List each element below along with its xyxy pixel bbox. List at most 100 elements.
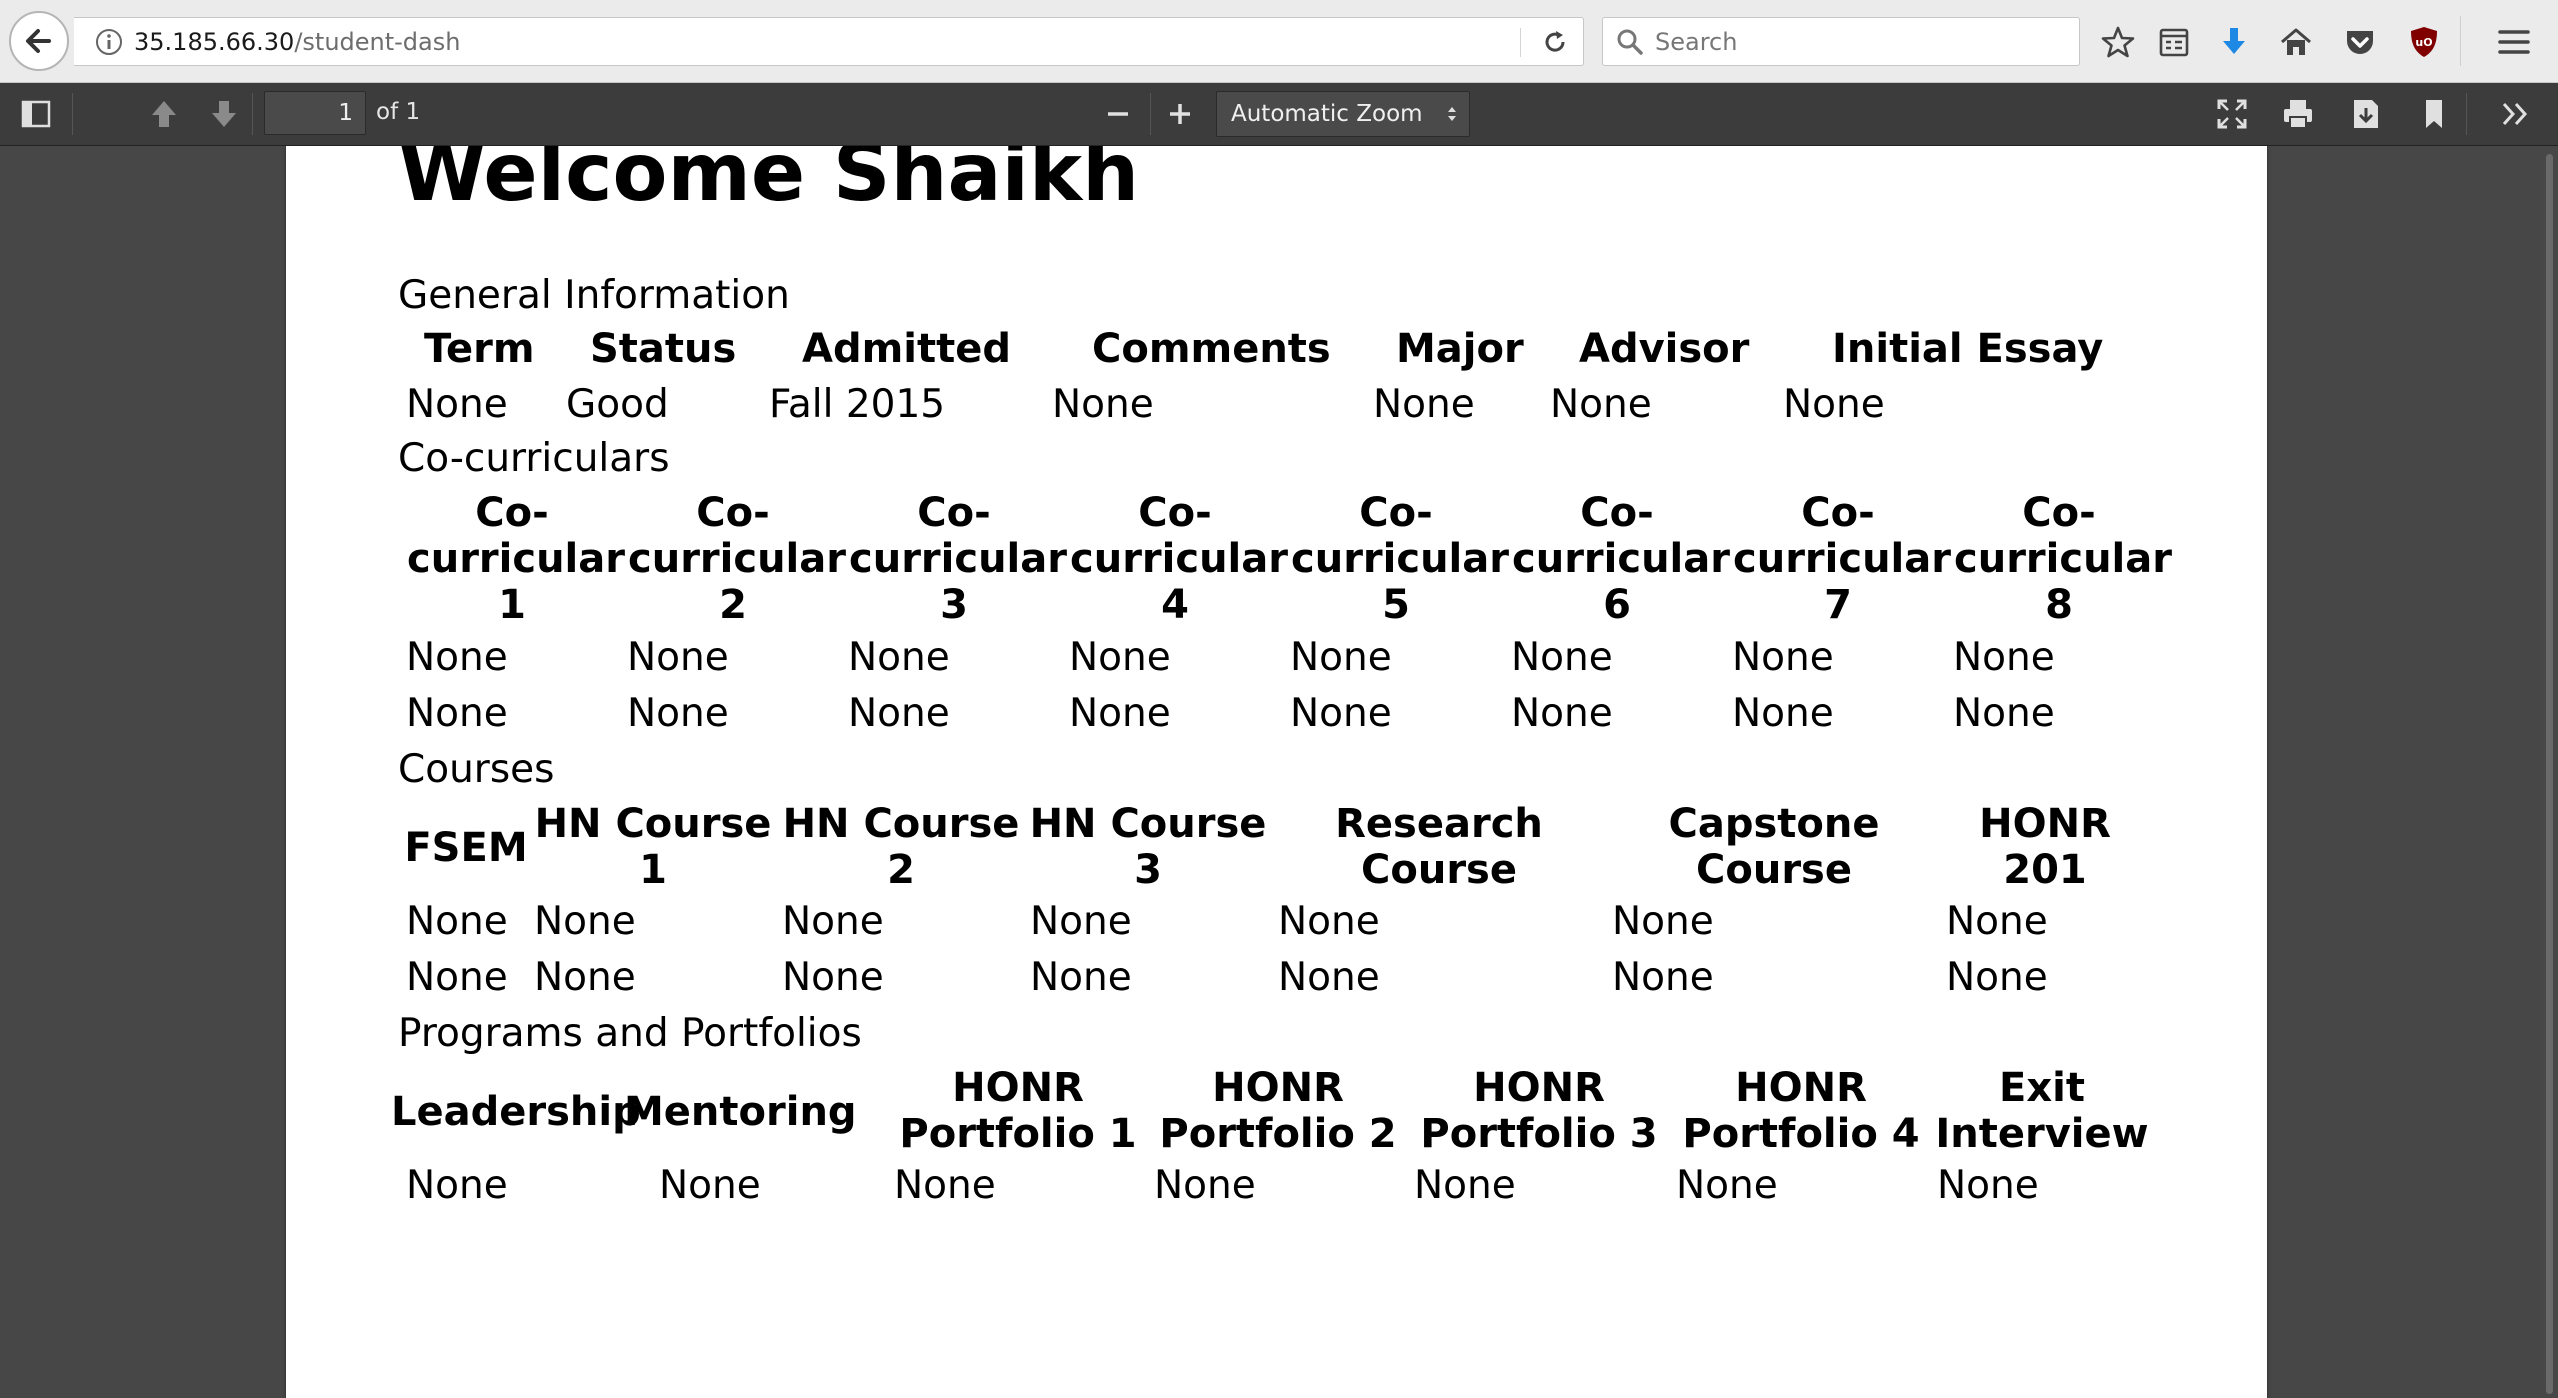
program-header-3-line: HONR bbox=[952, 1065, 1084, 1111]
course-header-2-line: HN Course bbox=[534, 801, 772, 847]
print-icon[interactable] bbox=[2280, 96, 2316, 132]
course-header-7: HONR 201 bbox=[1965, 801, 2125, 893]
previous-page-icon[interactable] bbox=[146, 96, 182, 132]
back-button[interactable] bbox=[9, 11, 69, 71]
cocurricular-cell: None bbox=[1290, 635, 1392, 680]
course-cell: None bbox=[1612, 955, 1714, 1000]
url-path: /student-dash bbox=[294, 28, 461, 56]
bookmark-star-icon[interactable] bbox=[2100, 24, 2136, 60]
program-cell: None bbox=[1154, 1163, 1256, 1208]
cocurricular-cell: None bbox=[1732, 691, 1834, 736]
cocurricular-cell: None bbox=[1732, 635, 1834, 680]
cocurricular-header-2-line: curricular bbox=[628, 536, 846, 582]
course-header-5-line: Research bbox=[1335, 801, 1543, 847]
course-header-3-line: 2 bbox=[887, 847, 915, 893]
course-header-6-line: Course bbox=[1696, 847, 1852, 893]
general-cell-admitted: Fall 2015 bbox=[769, 382, 946, 427]
course-cell: None bbox=[1946, 955, 2048, 1000]
cocurricular-header-4-line: Co- bbox=[1138, 490, 1212, 536]
program-cell: None bbox=[659, 1163, 761, 1208]
cocurricular-header-6-line: 6 bbox=[1603, 582, 1631, 628]
general-cell-initial-essay: None bbox=[1783, 382, 1885, 427]
cocurricular-cell: None bbox=[1069, 691, 1171, 736]
cocurricular-header-6-line: Co- bbox=[1580, 490, 1654, 536]
cocurricular-cell: None bbox=[406, 691, 508, 736]
course-cell: None bbox=[534, 955, 636, 1000]
general-header-major: Major bbox=[1396, 326, 1524, 372]
program-header-4-line: HONR bbox=[1212, 1065, 1344, 1111]
program-header-4-line: Portfolio 2 bbox=[1159, 1111, 1397, 1157]
course-cell: None bbox=[782, 899, 884, 944]
scrollbar[interactable] bbox=[2546, 154, 2553, 1394]
program-header-5-line: HONR bbox=[1473, 1065, 1605, 1111]
program-header-7-line: Exit bbox=[1999, 1065, 2085, 1111]
cocurricular-cell: None bbox=[627, 691, 729, 736]
tools-chevron-icon[interactable] bbox=[2498, 96, 2534, 132]
reload-icon[interactable] bbox=[1540, 27, 1570, 57]
course-header-5: Research Course bbox=[1329, 801, 1549, 893]
url-separator bbox=[1520, 28, 1521, 57]
cocurricular-header-1-line: Co- bbox=[475, 490, 549, 536]
reading-list-icon[interactable] bbox=[2156, 24, 2192, 60]
zoom-out-icon[interactable] bbox=[1100, 96, 1136, 132]
search-bar[interactable]: Search bbox=[1602, 17, 2080, 66]
cocurricular-header-4: Co-curricular 4 bbox=[1070, 490, 1288, 628]
course-cell: None bbox=[406, 899, 508, 944]
general-header-comments: Comments bbox=[1092, 326, 1331, 372]
pocket-icon[interactable] bbox=[2342, 24, 2378, 60]
download-icon[interactable] bbox=[2216, 24, 2252, 60]
cocurricular-cell: None bbox=[1290, 691, 1392, 736]
general-cell-advisor: None bbox=[1550, 382, 1652, 427]
home-icon[interactable] bbox=[2278, 24, 2314, 60]
courses-heading: Courses bbox=[398, 747, 555, 792]
page-number-input[interactable]: 1 bbox=[264, 91, 366, 135]
general-header-term: Term bbox=[424, 326, 535, 372]
download-pdf-icon[interactable] bbox=[2348, 96, 2384, 132]
general-cell-comments: None bbox=[1052, 382, 1154, 427]
cocurricular-header-6-line: curricular bbox=[1512, 536, 1730, 582]
url-text[interactable]: 35.185.66.30/student-dash bbox=[134, 28, 460, 56]
program-cell: None bbox=[1937, 1163, 2039, 1208]
next-page-icon[interactable] bbox=[206, 96, 242, 132]
course-cell: None bbox=[1030, 955, 1132, 1000]
course-header-7-line: HONR bbox=[1979, 801, 2111, 847]
page-title: Welcome Shaikh bbox=[398, 146, 1140, 219]
bookmark-icon[interactable] bbox=[2416, 96, 2452, 132]
general-cell-status: Good bbox=[566, 382, 669, 427]
general-cell-term: None bbox=[406, 382, 508, 427]
cocurricular-header-7-line: curricular bbox=[1733, 536, 1951, 582]
program-header-7-line: Interview bbox=[1935, 1111, 2149, 1157]
cocurricular-header-7-line: Co- bbox=[1801, 490, 1875, 536]
cocurricular-cell: None bbox=[1069, 635, 1171, 680]
program-header-6-line: HONR bbox=[1735, 1065, 1867, 1111]
cocurricular-header-3-line: Co- bbox=[917, 490, 991, 536]
program-header-3-line: Portfolio 1 bbox=[899, 1111, 1137, 1157]
program-header-2-line: Mentoring bbox=[624, 1089, 857, 1135]
cocurricular-header-5-line: curricular bbox=[1291, 536, 1509, 582]
url-bar[interactable]: 35.185.66.30/student-dash bbox=[74, 17, 1584, 66]
general-header-status: Status bbox=[590, 326, 737, 372]
course-header-4-line: HN Course bbox=[1029, 801, 1267, 847]
pdf-viewer[interactable]: Welcome Shaikh General Information Term … bbox=[0, 146, 2558, 1398]
zoom-in-icon[interactable] bbox=[1162, 96, 1198, 132]
cocurricular-cell: None bbox=[848, 691, 950, 736]
course-cell: None bbox=[406, 955, 508, 1000]
site-info-icon[interactable] bbox=[94, 27, 124, 57]
url-host: 35.185.66.30 bbox=[134, 28, 295, 56]
presentation-mode-icon[interactable] bbox=[2214, 96, 2250, 132]
zoom-select[interactable]: Automatic Zoom bbox=[1216, 91, 1470, 137]
cocurricular-header-5: Co-curricular 5 bbox=[1291, 490, 1509, 628]
toolbar-divider bbox=[2466, 93, 2467, 135]
cocurricular-header-5-line: 5 bbox=[1382, 582, 1410, 628]
general-header-admitted: Admitted bbox=[802, 326, 1011, 372]
course-header-3: HN Course 2 bbox=[781, 801, 1021, 893]
program-header-7: Exit Interview bbox=[1932, 1065, 2152, 1157]
cocurricular-header-2-line: 2 bbox=[719, 582, 747, 628]
general-cell-major: None bbox=[1373, 382, 1475, 427]
course-header-7-line: 201 bbox=[2003, 847, 2087, 893]
ublock-shield-icon[interactable]: uO bbox=[2406, 24, 2442, 60]
cocurricular-header-1-line: 1 bbox=[498, 582, 526, 628]
cocurricular-header-5-line: Co- bbox=[1359, 490, 1433, 536]
sidebar-toggle-icon[interactable] bbox=[18, 96, 54, 132]
hamburger-menu-icon[interactable] bbox=[2496, 24, 2532, 60]
